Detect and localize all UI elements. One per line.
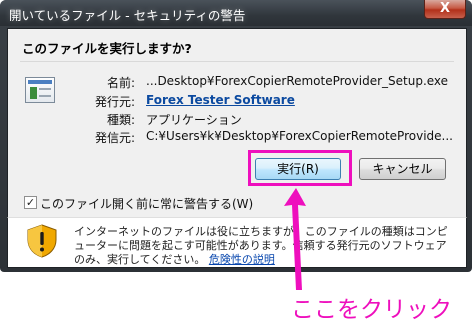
publisher-link[interactable]: Forex Tester Software <box>146 93 295 107</box>
type-label: 種類: <box>106 113 135 127</box>
source-label: 発信元: <box>94 131 135 145</box>
warning-message: インターネットのファイルは役に立ちますが、このファイルの種類はコンピューターに問… <box>74 225 454 267</box>
shield-warning-icon <box>27 224 57 258</box>
publisher-label: 発行元: <box>94 95 135 109</box>
title-bar[interactable]: 開いているファイル - セキュリティの警告 X <box>0 0 472 26</box>
warning-area: インターネットのファイルは役に立ちますが、このファイルの種類はコンピューターに問… <box>7 217 467 268</box>
close-button[interactable]: X <box>424 0 466 19</box>
pointer-arrow <box>284 188 306 290</box>
run-button-highlight <box>248 150 352 186</box>
always-warn-label: このファイル開く前に常に警告する(W) <box>40 197 254 211</box>
always-warn-checkbox[interactable]: ✓ <box>24 196 37 209</box>
risk-explanation-link[interactable]: 危険性の説明 <box>209 253 275 266</box>
name-value: ...Desktop¥ForexCopierRemoteProvider_Set… <box>146 74 449 88</box>
annotation-label: ここをクリック <box>291 297 452 323</box>
type-value: アプリケーション <box>146 113 242 127</box>
dialog-heading: このファイルを実行しますか? <box>22 41 192 56</box>
source-value: C:¥Users¥k¥Desktop¥ForexCopierRemoteProv… <box>146 129 453 143</box>
name-label: 名前: <box>106 76 135 90</box>
window-title: 開いているファイル - セキュリティの警告 <box>9 8 246 23</box>
divider <box>20 61 454 62</box>
security-warning-window: 開いているファイル - セキュリティの警告 X このファイルを実行しますか? 名… <box>0 0 472 272</box>
cancel-button[interactable]: キャンセル <box>359 158 446 180</box>
